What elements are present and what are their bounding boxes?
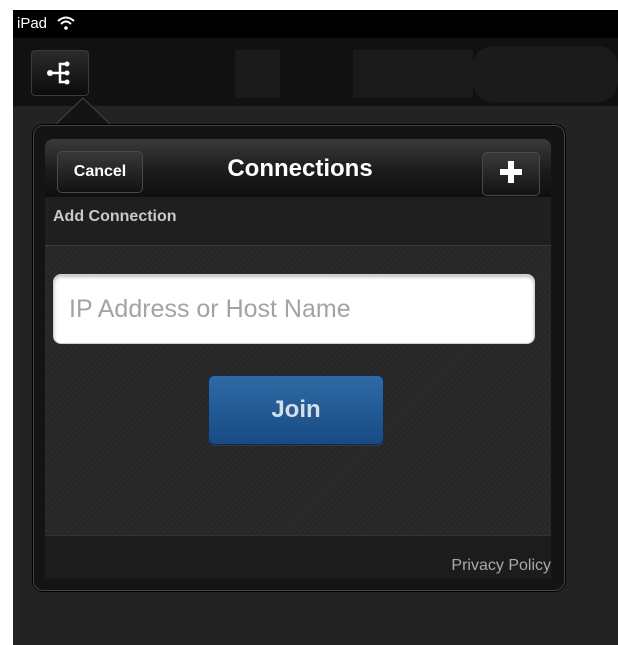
add-connection-button[interactable] (482, 152, 540, 196)
connections-button[interactable] (31, 50, 89, 96)
connections-popover: Cancel Connections Add Connection Join P… (33, 125, 565, 591)
toolbar-placeholder (235, 50, 280, 98)
ipad-screen: iPad Cancel Connections Add Connection I… (13, 10, 618, 645)
section-title: Add Connection (53, 208, 177, 225)
section-header: Add Connection (45, 197, 551, 246)
toolbar-placeholder (473, 46, 618, 102)
plus-icon (500, 160, 522, 188)
popover-title: Connections (227, 155, 373, 182)
device-label: iPad (17, 15, 48, 32)
wifi-icon (57, 16, 75, 30)
popover-content: Add Connection Join Privacy Policy (45, 197, 551, 579)
join-button[interactable]: Join (208, 375, 384, 445)
privacy-policy-link[interactable]: Privacy Policy (451, 557, 551, 575)
cancel-button[interactable]: Cancel (57, 151, 143, 193)
host-address-input[interactable] (53, 274, 535, 344)
status-bar: iPad (13, 10, 618, 38)
toolbar-placeholder (353, 50, 473, 98)
popover-arrow (53, 97, 113, 128)
popover-header: Cancel Connections (45, 139, 551, 197)
popover-footer: Privacy Policy (45, 535, 551, 579)
